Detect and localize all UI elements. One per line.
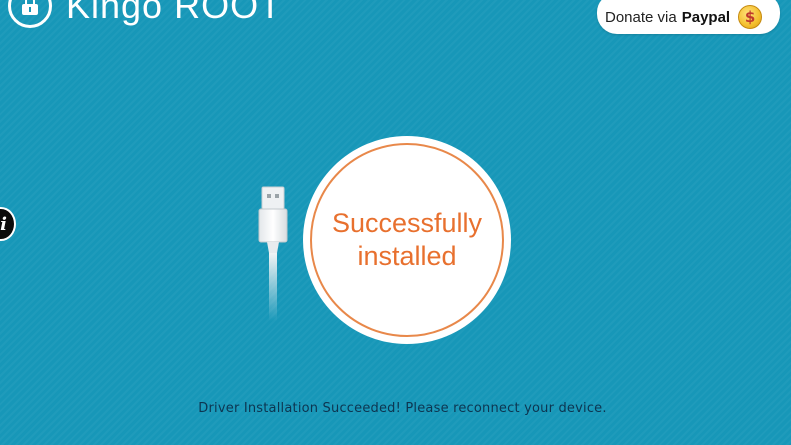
status-line-1: Successfully	[331, 208, 483, 238]
status-line-2: installed	[357, 241, 457, 271]
donate-brand: Paypal	[681, 8, 731, 26]
dollar-coin-icon: $	[738, 5, 763, 29]
info-button[interactable]: i	[0, 207, 16, 241]
app-logo: Kingo ROOT	[8, 0, 282, 28]
lock-icon	[8, 0, 52, 28]
donate-label: Donate via	[605, 8, 677, 26]
status-text: Successfully installed	[317, 207, 497, 273]
info-icon: i	[0, 213, 7, 235]
status-indicator: Successfully installed	[303, 136, 511, 344]
usb-cable-icon	[258, 186, 288, 321]
app-title: Kingo ROOT	[66, 0, 283, 26]
donate-paypal-button[interactable]: Donate via Paypal $	[597, 0, 780, 34]
status-message: Driver Installation Succeeded! Please re…	[198, 401, 607, 416]
